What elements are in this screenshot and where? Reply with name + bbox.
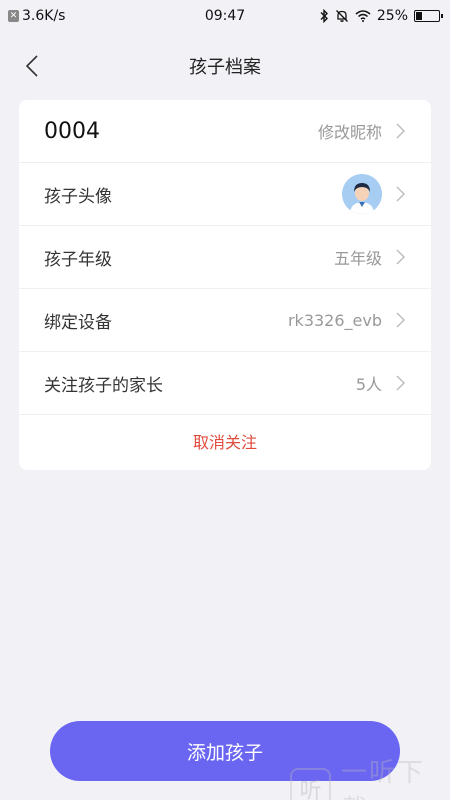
chevron-right-icon [396,375,405,391]
chevron-right-icon [396,312,405,328]
chevron-right-icon [396,249,405,265]
avatar-row-label: 孩子头像 [44,186,112,207]
add-child-button[interactable]: 添加孩子 [50,721,400,781]
avatar-row-right [342,174,405,214]
mute-bell-icon [335,10,348,22]
chevron-right-icon [396,123,405,139]
nickname-row[interactable]: 0004 修改昵称 [19,100,431,163]
parents-row[interactable]: 关注孩子的家长 5人 [19,352,431,415]
back-button[interactable] [18,52,46,80]
status-right: 25% [319,8,443,24]
battery-icon [414,10,443,22]
grade-row-label: 孩子年级 [44,249,112,270]
unfollow-button[interactable]: 取消关注 [19,415,431,467]
battery-percent: 25% [376,8,408,24]
nav-bar: 孩子档案 [0,40,450,92]
device-value: rk3326_evb [287,310,382,330]
battery-fill [416,12,422,20]
avatar-row[interactable]: 孩子头像 [19,163,431,226]
parents-count: 5人 [355,375,382,394]
parents-row-right: 5人 [356,371,405,395]
profile-card: 0004 修改昵称 孩子头像 孩子年级 五年级 绑定设备 rk3326_evb … [19,100,431,470]
nickname: 0004 [44,118,100,144]
net-speed: 3.6K/s [22,8,66,24]
chevron-left-icon [25,55,38,77]
grade-row[interactable]: 孩子年级 五年级 [19,226,431,289]
nickname-row-right: 修改昵称 [318,119,405,143]
bluetooth-icon [320,9,328,23]
wifi-icon [355,10,371,22]
parents-row-label: 关注孩子的家长 [44,375,163,396]
avatar [342,174,382,214]
status-left: ✕ 3.6K/s [8,8,65,24]
device-row[interactable]: 绑定设备 rk3326_evb [19,289,431,352]
chevron-right-icon [396,186,405,202]
status-bar: ✕ 3.6K/s 09:47 25% [0,0,450,32]
device-row-right: rk3326_evb [288,311,405,330]
grade-row-right: 五年级 [334,245,405,269]
page-title: 孩子档案 [189,57,261,78]
edit-nickname-link[interactable]: 修改昵称 [318,119,382,143]
network-off-icon: ✕ [8,10,19,22]
device-row-label: 绑定设备 [44,312,112,333]
grade-value: 五年级 [333,249,382,268]
